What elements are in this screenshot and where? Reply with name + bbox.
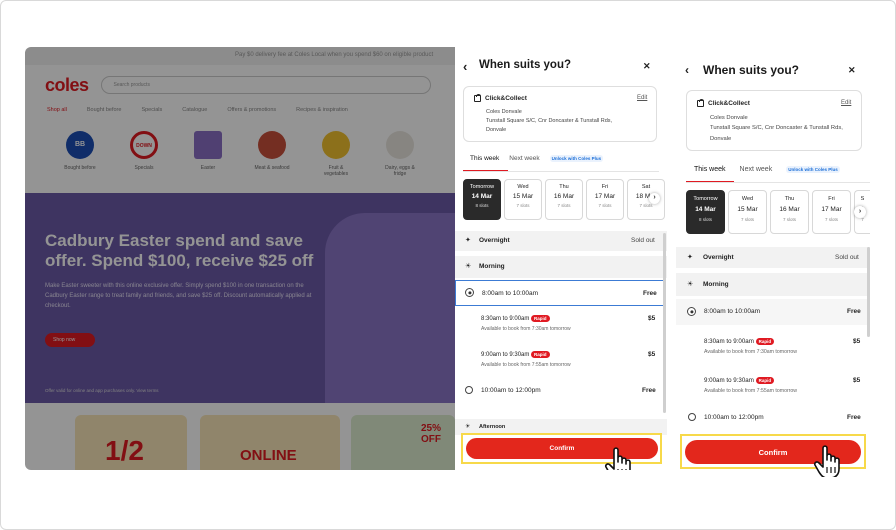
click-collect-label: Click&Collect	[697, 99, 750, 107]
day-thu[interactable]: Thu 16 Mar 7 slots	[545, 179, 583, 220]
store-address-1: Tunstall Square S/C, Cnr Doncaster & Tun…	[710, 125, 843, 131]
sunrise-icon: ☀	[465, 263, 472, 270]
slot-830am-9am[interactable]: 8:30am to 9:00am Rapid Available to book…	[455, 312, 665, 340]
week-tabs: This week Next week Unlock with Coles Pl…	[694, 166, 840, 173]
day-wed[interactable]: Wed 15 Mar 7 slots	[728, 190, 767, 234]
day-tomorrow[interactable]: Tomorrow 14 Mar 8 slots	[686, 190, 725, 234]
pointer-hand-icon	[604, 447, 631, 470]
slot-9am-930am[interactable]: 9:00am to 9:30am Rapid Available to book…	[455, 348, 665, 376]
bag-icon	[474, 94, 481, 102]
day-selector: Tomorrow 14 Mar 8 slots Wed 15 Mar 7 slots T…	[463, 179, 665, 220]
store-name: Coles Donvale	[710, 115, 748, 121]
overnight-header: ✦ Overnight Sold out	[455, 231, 667, 251]
store-name: Coles Donvale	[486, 109, 522, 115]
overnight-header: ✦ Overnight Sold out	[676, 247, 870, 268]
rapid-badge: Rapid	[531, 315, 550, 322]
slot-8am-10am[interactable]: 8:00am to 10:00am Free	[455, 280, 665, 306]
rapid-badge: Rapid	[531, 351, 550, 358]
tab-this-week[interactable]: This week	[694, 166, 726, 173]
store-card: Click&Collect Edit Coles Donvale Tunstal…	[686, 90, 862, 151]
rapid-badge: Rapid	[755, 338, 775, 345]
slot-radio[interactable]	[688, 413, 696, 421]
moon-icon: ✦	[465, 237, 471, 244]
edit-link[interactable]: Edit	[637, 95, 647, 101]
day-thu[interactable]: Thu 16 Mar 7 slots	[770, 190, 809, 234]
scrollbar[interactable]	[663, 233, 666, 413]
next-days-arrow-icon[interactable]: ›	[649, 193, 660, 204]
slot-10am-12pm[interactable]: 10:00am to 12:00pm Free	[676, 411, 870, 431]
coles-plus-badge[interactable]: Unlock with Coles Plus	[549, 155, 604, 162]
rapid-badge: Rapid	[755, 377, 775, 384]
store-address-2: Donvale	[486, 127, 507, 133]
delivery-panel-zoomed: ‹ When suits you? ✕ Click&Collect Edit C…	[676, 47, 870, 477]
slot-8am-10am[interactable]: 8:00am to 10:00am Free	[676, 299, 870, 325]
sun-icon: ☀	[465, 424, 471, 430]
day-fri[interactable]: Fri 17 Mar 7 slots	[812, 190, 851, 234]
slot-radio[interactable]	[687, 307, 696, 316]
overnight-status: Sold out	[631, 237, 655, 244]
slot-radio[interactable]	[465, 288, 474, 297]
slot-10am-12pm[interactable]: 10:00am to 12:00pm Free	[455, 383, 665, 403]
store-card: Click&Collect Edit Coles Donvale Tunstal…	[463, 86, 657, 142]
delivery-panel-small: ‹ When suits you? ✕ Click&Collect Edit C…	[455, 47, 667, 470]
click-collect-label: Click&Collect	[474, 94, 527, 102]
tab-next-week[interactable]: Next week	[509, 155, 539, 162]
store-address-2: Donvale	[710, 136, 732, 142]
pointer-hand-icon	[813, 445, 840, 477]
overnight-status: Sold out	[835, 254, 859, 261]
day-tomorrow[interactable]: Tomorrow 14 Mar 8 slots	[463, 179, 501, 220]
slot-830am-9am[interactable]: 8:30am to 9:00am Rapid Available to book…	[676, 335, 870, 363]
slot-9am-930am[interactable]: 9:00am to 9:30am Rapid Available to book…	[676, 374, 870, 402]
week-tabs: This week Next week Unlock with Coles Pl…	[470, 155, 604, 162]
sunrise-icon: ☀	[687, 281, 694, 288]
tabs-divider	[686, 182, 870, 183]
day-fri[interactable]: Fri 17 Mar 7 slots	[586, 179, 624, 220]
panel-title: When suits you?	[479, 59, 571, 71]
edit-link[interactable]: Edit	[841, 100, 851, 106]
day-selector: Tomorrow 14 Mar 8 slots Wed 15 Mar 7 slots T…	[686, 190, 870, 234]
tab-next-week[interactable]: Next week	[740, 166, 773, 173]
store-address-1: Tunstall Square S/C, Cnr Doncaster & Tun…	[486, 118, 613, 124]
bag-icon	[697, 99, 704, 107]
close-icon[interactable]: ✕	[643, 61, 651, 72]
close-icon[interactable]: ✕	[848, 65, 856, 76]
back-icon[interactable]: ‹	[463, 59, 467, 74]
tabs-divider	[463, 171, 659, 172]
next-days-arrow-icon[interactable]: ›	[854, 206, 866, 218]
modal-overlay[interactable]	[25, 47, 455, 470]
morning-header: ☀ Morning	[676, 273, 870, 296]
tab-this-week[interactable]: This week	[470, 155, 499, 162]
back-icon[interactable]: ‹	[685, 63, 689, 77]
morning-header: ☀ Morning	[455, 256, 667, 278]
slot-radio[interactable]	[465, 386, 473, 394]
scrollbar[interactable]	[867, 247, 870, 337]
moon-icon: ✦	[687, 254, 693, 261]
background-site: Pay $0 delivery fee at Coles Local when …	[25, 47, 455, 470]
day-wed[interactable]: Wed 15 Mar 7 slots	[504, 179, 542, 220]
coles-plus-badge[interactable]: Unlock with Coles Plus	[786, 166, 840, 173]
panel-title: When suits you?	[703, 63, 799, 77]
